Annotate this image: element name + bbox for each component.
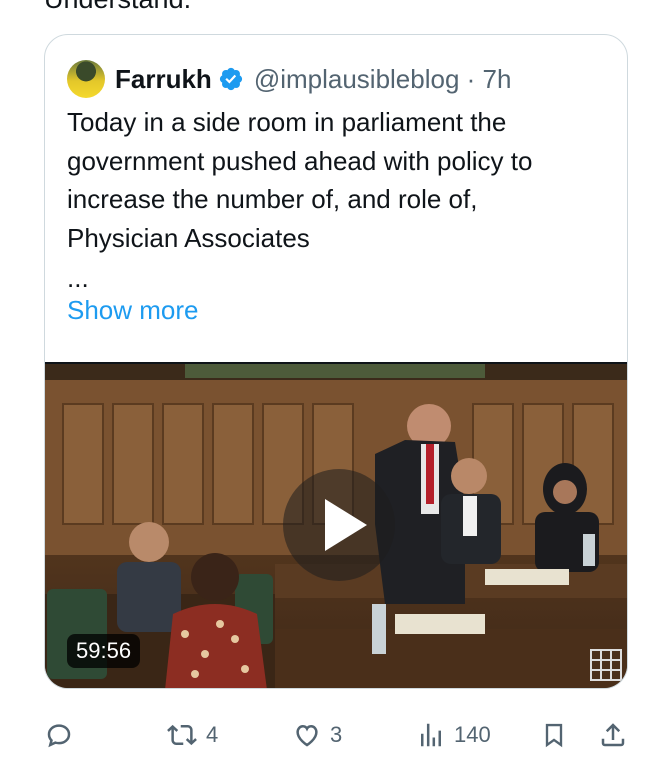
text-line: Physician Associates	[67, 222, 310, 253]
heart-icon	[296, 724, 318, 747]
avatar[interactable]	[67, 60, 105, 98]
quoted-tweet-card[interactable]: Farrukh @implausibleblog · 7h Today in a…	[44, 34, 628, 689]
truncation-ellipsis: ...	[67, 263, 89, 293]
previous-tweet-text: Understand.	[44, 0, 191, 15]
video-duration: 59:56	[67, 634, 141, 668]
play-button[interactable]	[283, 469, 395, 581]
quoted-tweet-header: Farrukh @implausibleblog · 7h	[67, 59, 511, 99]
share-button[interactable]	[598, 710, 628, 760]
text-line: Today in a side room in parliament the	[67, 107, 507, 137]
reply-button[interactable]	[44, 710, 74, 760]
like-button[interactable]: 3	[292, 710, 342, 760]
bookmark-button[interactable]	[540, 710, 568, 760]
quoted-tweet-text: Today in a side room in parliament the g…	[67, 103, 607, 257]
like-count: 3	[330, 722, 343, 747]
views-button[interactable]: 140	[416, 710, 491, 760]
bookmark-icon	[545, 723, 563, 748]
video-thumbnail[interactable]: 59:56	[45, 362, 627, 688]
reply-icon	[47, 724, 71, 748]
verified-badge-icon	[219, 67, 242, 91]
author-name[interactable]: Farrukh	[115, 64, 212, 95]
retweet-icon	[167, 724, 197, 746]
views-icon	[421, 723, 441, 747]
share-icon	[601, 723, 625, 747]
text-line: government pushed ahead with policy to	[67, 145, 533, 176]
text-line: increase the number of, and role of,	[67, 184, 478, 214]
show-more-link[interactable]: Show more	[67, 295, 199, 326]
tweet-actions-bar: 4 3 140	[0, 710, 663, 760]
views-count: 140	[454, 722, 491, 747]
play-icon	[325, 499, 367, 551]
handle-and-time[interactable]: @implausibleblog · 7h	[254, 64, 512, 95]
retweet-button[interactable]: 4	[166, 710, 218, 760]
retweet-count: 4	[206, 722, 219, 747]
